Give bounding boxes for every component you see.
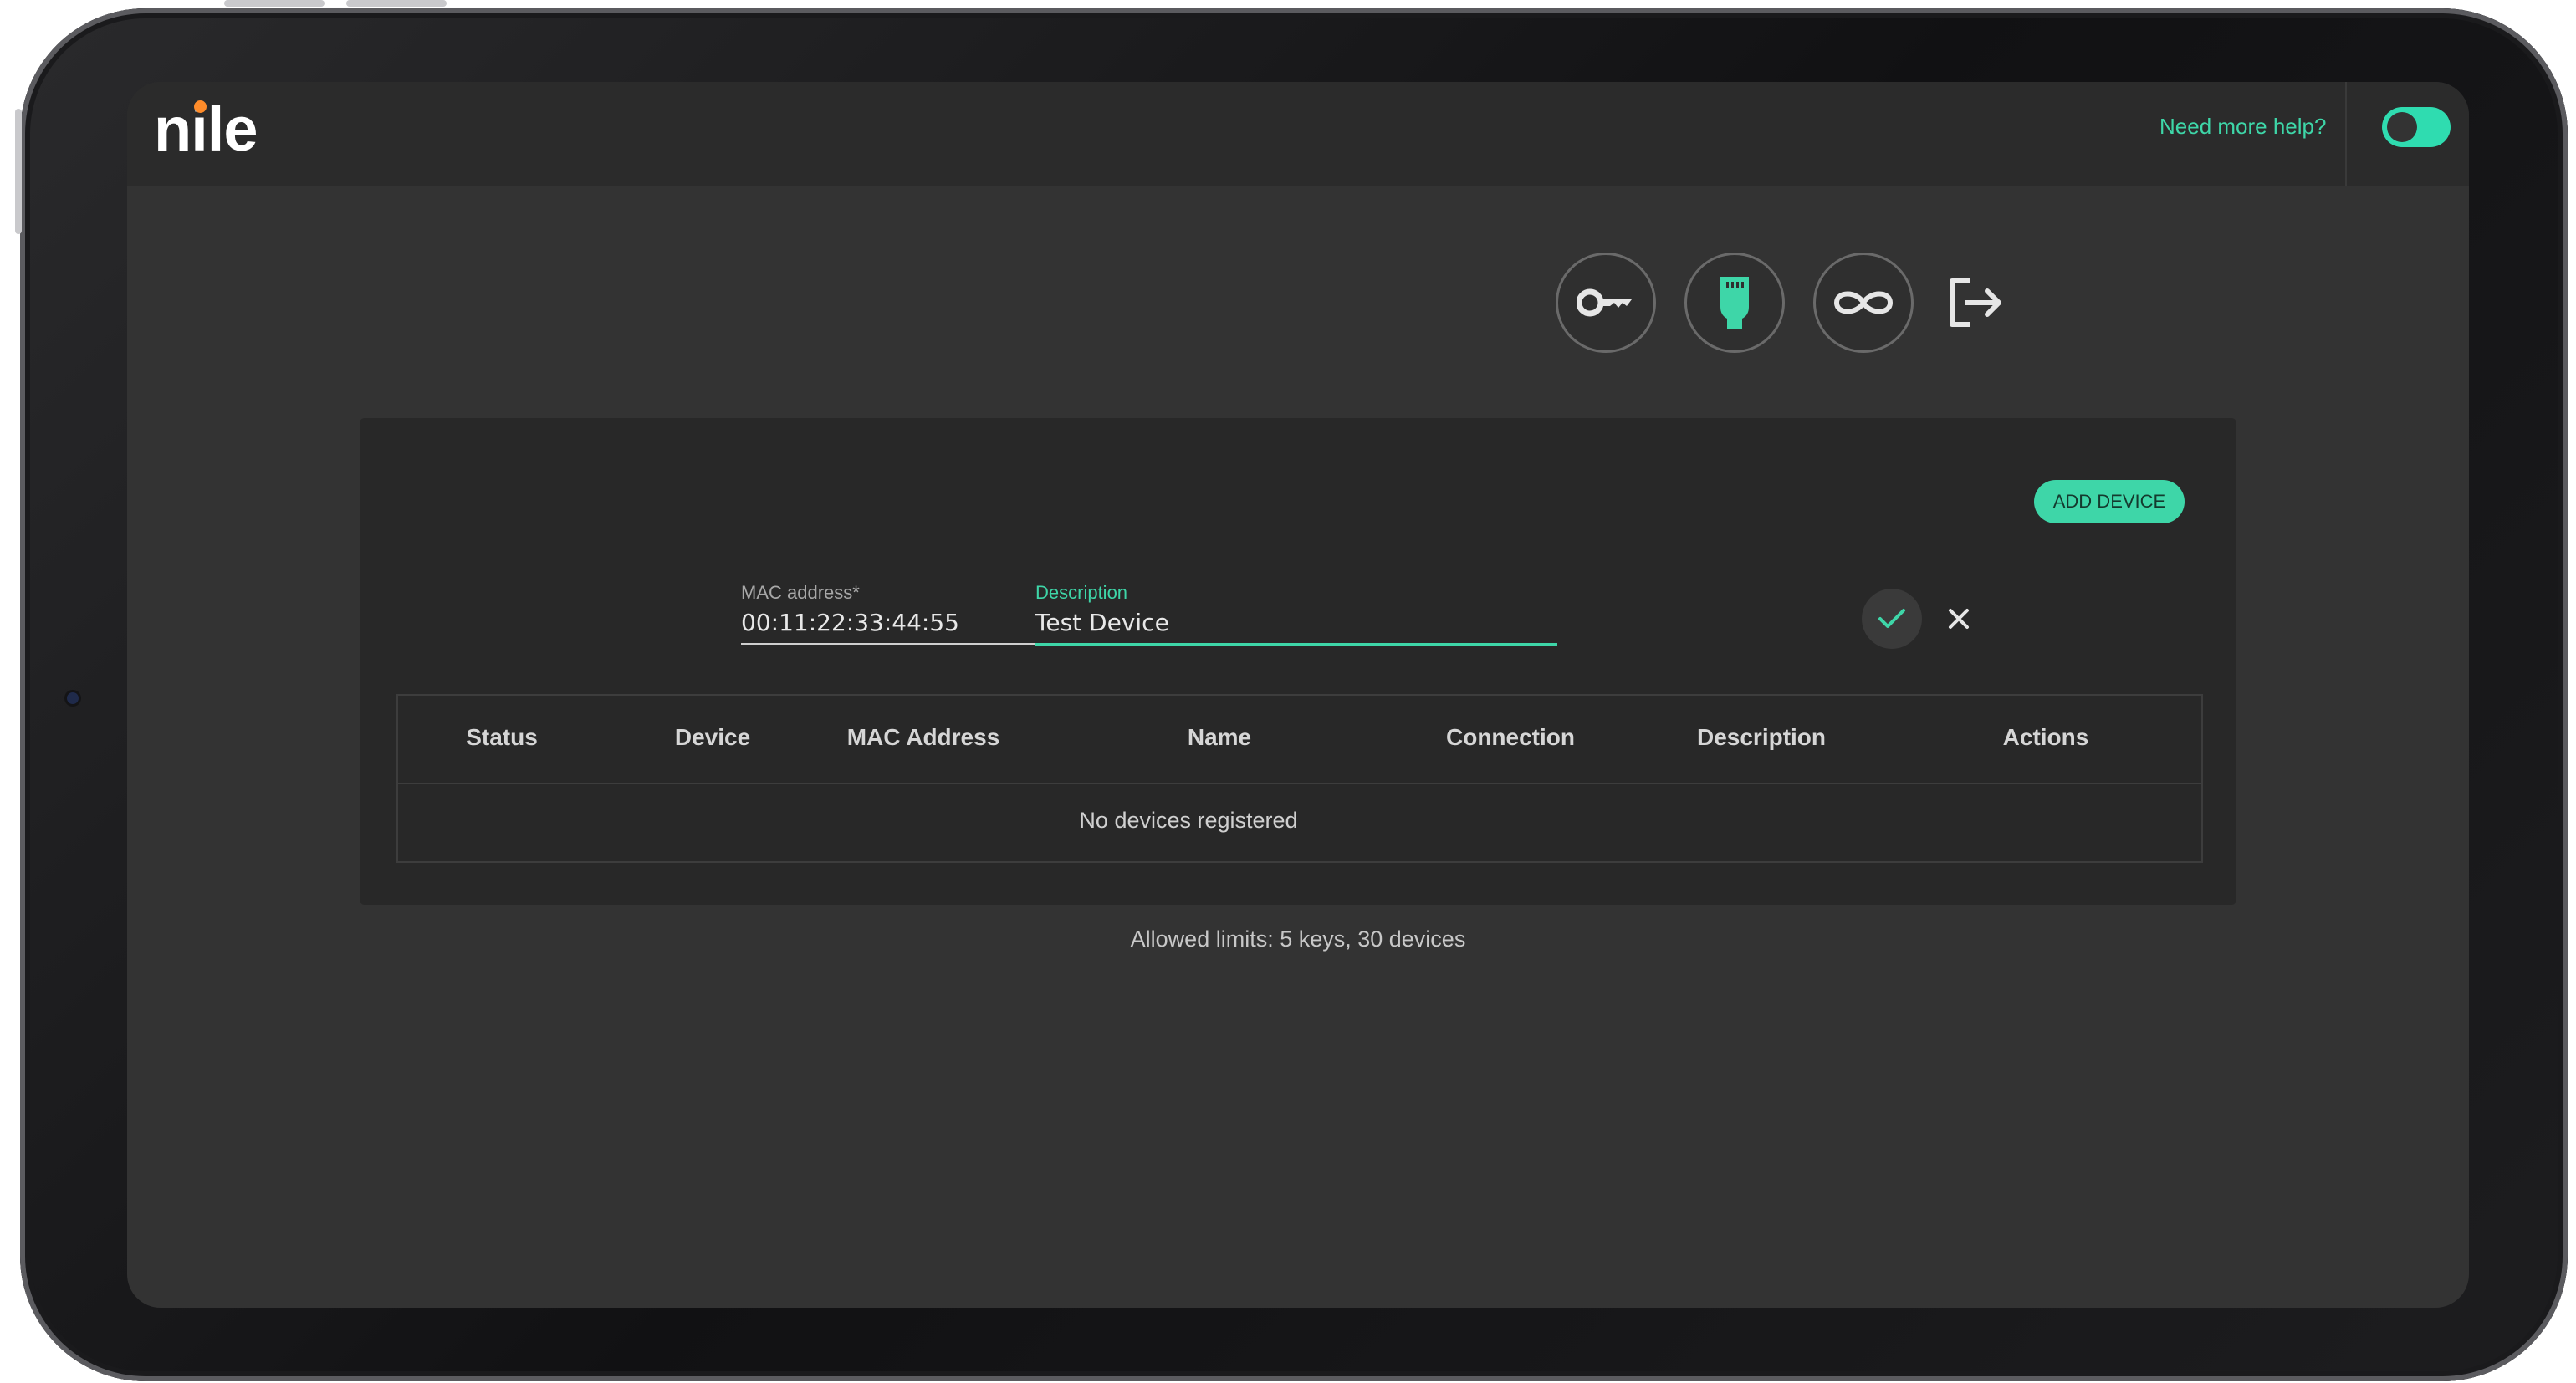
- column-header-mac-address: MAC Address: [846, 724, 1000, 750]
- column-header-actions: Actions: [2002, 724, 2089, 750]
- column-header-connection: Connection: [1446, 724, 1575, 750]
- close-icon: [1949, 609, 1969, 629]
- app-screen: nile Need more help? ADD DEVICE MAC addr…: [127, 82, 2469, 1308]
- topbar-divider: [2345, 82, 2347, 186]
- logout-button[interactable]: [1945, 276, 2006, 329]
- table-header: Status Device MAC Address Name Connectio…: [398, 696, 2201, 784]
- description-field: Description: [1035, 582, 1557, 646]
- volume-up-button: [224, 0, 325, 7]
- ethernet-plug-icon: [1720, 277, 1749, 329]
- mac-address-field: MAC address*: [741, 582, 1076, 645]
- devices-card: ADD DEVICE MAC address* Description Stat…: [360, 418, 2236, 905]
- cancel-button[interactable]: [1940, 600, 1977, 637]
- key-icon: [1577, 288, 1632, 317]
- volume-down-button: [346, 0, 447, 7]
- logo-accent-dot: [194, 100, 207, 113]
- logout-icon: [1950, 278, 2001, 327]
- confirm-button[interactable]: [1862, 589, 1922, 649]
- devices-table: Status Device MAC Address Name Connectio…: [396, 694, 2203, 863]
- column-header-status: Status: [466, 724, 538, 750]
- mac-address-input[interactable]: [741, 609, 1076, 645]
- toggle-knob: [2387, 112, 2417, 142]
- mac-address-label: MAC address*: [741, 582, 860, 603]
- column-header-description: Description: [1696, 724, 1827, 750]
- column-header-device: Device: [674, 724, 751, 750]
- devices-nav-button[interactable]: [1684, 253, 1785, 353]
- theme-toggle[interactable]: [2382, 107, 2451, 147]
- top-bar: nile Need more help?: [127, 82, 2469, 186]
- add-device-button[interactable]: ADD DEVICE: [2034, 480, 2185, 523]
- checkmark-icon: [1878, 609, 1905, 628]
- keys-nav-button[interactable]: [1556, 253, 1656, 353]
- help-link[interactable]: Need more help?: [2159, 114, 2326, 140]
- power-button: [15, 109, 22, 234]
- connections-nav-button[interactable]: [1813, 253, 1914, 353]
- allowed-limits-text: Allowed limits: 5 keys, 30 devices: [1130, 926, 1466, 952]
- description-label: Description: [1035, 582, 1128, 603]
- column-header-name: Name: [1187, 724, 1252, 750]
- front-camera: [67, 692, 79, 704]
- infinity-link-icon: [1833, 291, 1894, 314]
- empty-table-message: No devices registered: [1079, 808, 1298, 833]
- description-input[interactable]: [1035, 609, 1557, 646]
